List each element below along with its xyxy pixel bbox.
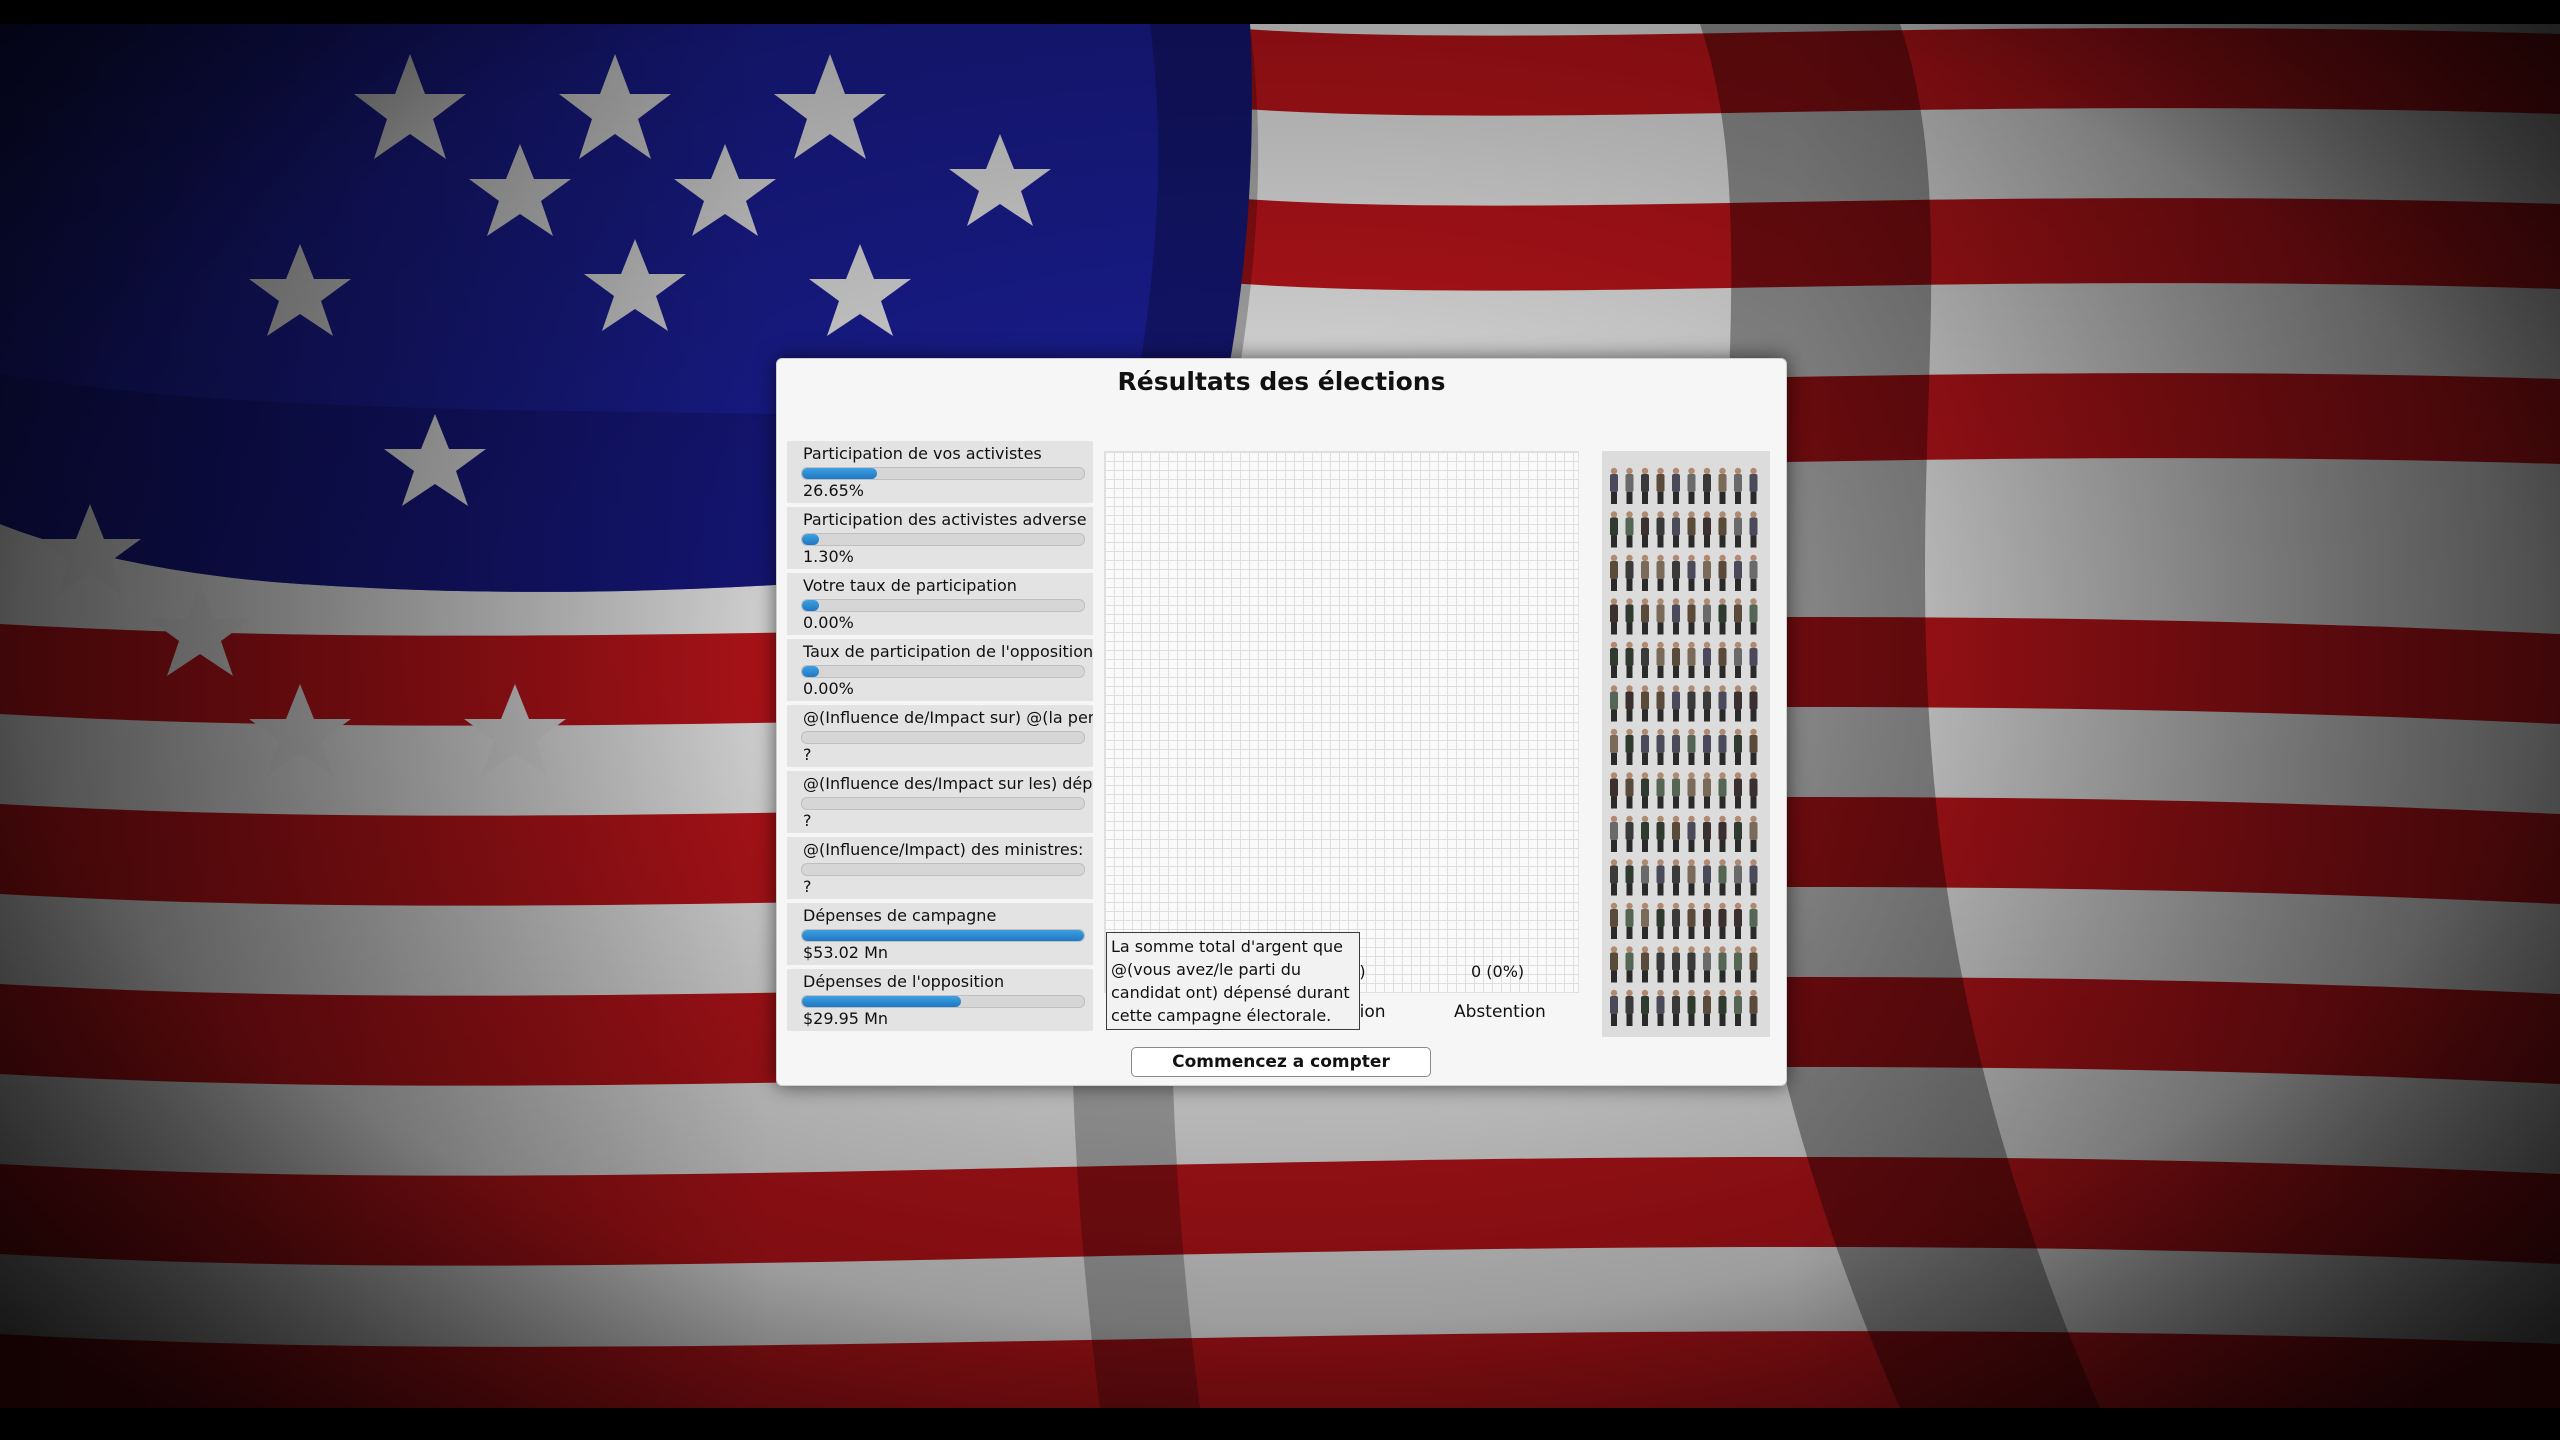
election-results-dialog: Résultats des élections Participation de… xyxy=(776,358,1787,1086)
stat-value: 1.30% xyxy=(803,547,854,566)
stat-label: Dépenses de campagne xyxy=(803,906,997,925)
stat-label: @(Influence/Impact) des ministres: xyxy=(803,840,1084,859)
dialog-title: Résultats des élections xyxy=(1117,367,1446,396)
stats-list: Participation de vos activistes 26.65% P… xyxy=(787,441,1093,1035)
stat-bar-fill xyxy=(802,534,819,545)
stat-your-activists[interactable]: Participation de vos activistes 26.65% xyxy=(787,441,1093,503)
stat-label: @(Influence de/Impact sur) @(la percepti… xyxy=(803,708,1093,727)
start-count-button[interactable]: Commencez a compter xyxy=(1131,1047,1431,1077)
stat-bar xyxy=(801,533,1085,546)
stat-value: ? xyxy=(803,811,812,830)
stat-label: Votre taux de participation xyxy=(803,576,1017,595)
stat-opposing-activists[interactable]: Participation des activistes adverse 1.3… xyxy=(787,507,1093,569)
stat-value: 0.00% xyxy=(803,613,854,632)
stat-value: $53.02 Mn xyxy=(803,943,889,962)
stat-bar-fill xyxy=(802,930,1084,941)
stat-bar xyxy=(801,929,1085,942)
stat-spending-influence[interactable]: @(Influence des/Impact sur les) dépenses… xyxy=(787,771,1093,833)
stat-value: 0.00% xyxy=(803,679,854,698)
stat-opposition-spending[interactable]: Dépenses de l'opposition $29.95 Mn xyxy=(787,969,1093,1031)
stat-bar xyxy=(801,995,1085,1008)
tooltip: La somme total d'argent que @(vous avez/… xyxy=(1106,932,1360,1030)
stat-bar xyxy=(801,863,1085,876)
stat-campaign-spending[interactable]: Dépenses de campagne $53.02 Mn xyxy=(787,903,1093,965)
stat-bar xyxy=(801,599,1085,612)
voters-crowd-image xyxy=(1602,451,1770,1037)
stat-value: 26.65% xyxy=(803,481,865,500)
stat-bar-fill xyxy=(802,600,819,611)
stat-bar xyxy=(801,797,1085,810)
abstention-value: 0 (0%) xyxy=(1471,962,1525,981)
stat-bar xyxy=(801,665,1085,678)
stat-label: Dépenses de l'opposition xyxy=(803,972,1005,991)
letterbox-bottom xyxy=(0,1408,2560,1440)
stat-bar xyxy=(801,467,1085,480)
stat-bar-fill xyxy=(802,996,962,1007)
stat-value: ? xyxy=(803,877,812,896)
stat-bar-fill xyxy=(802,666,819,677)
stat-label: Taux de participation de l'opposition xyxy=(803,642,1093,661)
stat-bar xyxy=(801,731,1085,744)
stat-value: ? xyxy=(803,745,812,764)
stat-bar-fill xyxy=(802,468,878,479)
stat-opposition-turnout[interactable]: Taux de participation de l'opposition 0.… xyxy=(787,639,1093,701)
stat-label: @(Influence des/Impact sur les) dépenses xyxy=(803,774,1093,793)
stat-your-turnout[interactable]: Votre taux de participation 0.00% xyxy=(787,573,1093,635)
stat-value: $29.95 Mn xyxy=(803,1009,889,1028)
stat-label: Participation de vos activistes xyxy=(803,444,1042,463)
stat-perception-influence[interactable]: @(Influence de/Impact sur) @(la percepti… xyxy=(787,705,1093,767)
stat-ministers-influence[interactable]: @(Influence/Impact) des ministres: ? xyxy=(787,837,1093,899)
abstention-label: Abstention xyxy=(1454,1002,1546,1022)
stat-label: Participation des activistes adverse xyxy=(803,510,1087,529)
results-grid-chart xyxy=(1104,451,1579,993)
letterbox-top xyxy=(0,0,2560,24)
